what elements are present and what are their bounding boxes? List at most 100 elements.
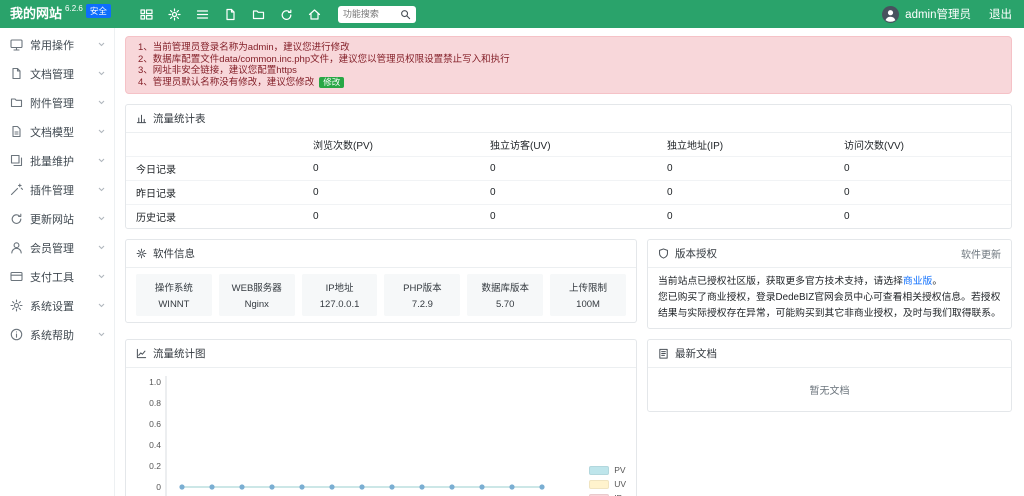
safe-badge[interactable]: 安全 (86, 4, 111, 18)
sidebar-item-label: 批量维护 (30, 153, 98, 169)
sidebar-item-label: 更新网站 (30, 211, 98, 227)
info-label: PHP版本 (386, 280, 458, 294)
bar-chart-icon (136, 113, 147, 124)
logout-link[interactable]: 退出 (989, 6, 1012, 22)
site-name: 我的网站 (10, 0, 62, 28)
line-chart-icon (136, 348, 147, 359)
cell-uv: 0 (480, 181, 657, 205)
traffic-chart: 1.00.80.60.40.20-0.2-0.4-0.6-0.8-1.0 PVU… (126, 368, 636, 496)
sidebar-item-label: 系统设置 (30, 298, 98, 314)
user-menu[interactable]: admin管理员 (882, 6, 971, 23)
alert-line: 3、网址非安全链接，建议您配置https (138, 65, 999, 77)
cell-ip: 0 (657, 157, 834, 181)
user-icon (9, 241, 24, 254)
column-header: 访问次数(VV) (834, 133, 1011, 157)
row-label: 今日记录 (126, 157, 303, 181)
chevron-down-icon (98, 187, 105, 192)
column-header: 独立访客(UV) (480, 133, 657, 157)
sidebar-item-payment[interactable]: 支付工具 (0, 262, 114, 291)
latest-docs-card: 最新文档 暂无文档 (647, 339, 1012, 412)
site-brand[interactable]: 我的网站 6.2.6 安全 (10, 0, 111, 28)
info-value: 5.70 (469, 299, 541, 310)
document-list-icon (658, 348, 669, 359)
chevron-down-icon (98, 129, 105, 134)
traffic-col-spacer (126, 133, 303, 157)
cell-ip: 0 (657, 205, 834, 229)
license-text: 当前站点已授权社区版，获取更多官方技术支持，请选择 (658, 276, 903, 287)
gear-icon (136, 248, 147, 259)
nav-refresh-icon[interactable] (279, 7, 294, 22)
cell-pv: 0 (303, 181, 480, 205)
alert-line: 2、数据库配置文件data/common.inc.php文件，建议您以管理员权限… (138, 54, 999, 66)
nav-home-icon[interactable] (307, 7, 322, 22)
table-row: 昨日记录 0 0 0 0 (126, 181, 1011, 205)
software-update-link[interactable]: 软件更新 (961, 246, 1001, 261)
legend-label: PV (614, 465, 625, 475)
card-title: 版本授权 (675, 246, 717, 261)
software-info-item: IP地址 127.0.0.1 (302, 274, 378, 316)
fix-badge-link[interactable]: 修改 (319, 77, 344, 88)
site-version: 6.2.6 (65, 4, 83, 13)
sidebar-item-label: 文档模型 (30, 124, 98, 140)
info-icon (9, 328, 24, 341)
alert-line: 1、当前管理员登录名称为admin，建议您进行修改 (138, 42, 999, 54)
empty-state: 暂无文档 (648, 368, 1011, 411)
chevron-down-icon (98, 303, 105, 308)
license-community-text: 当前站点已授权社区版，获取更多官方技术支持，请选择商业版。 (658, 274, 1001, 290)
topbar-quick-nav (139, 7, 322, 22)
commercial-edition-link[interactable]: 商业版 (903, 276, 932, 287)
info-label: 上传限制 (552, 280, 624, 294)
sidebar-item-label: 插件管理 (30, 182, 98, 198)
sidebar-item-batch-maintain[interactable]: 批量维护 (0, 146, 114, 175)
license-purchase-text: 您已购买了商业授权，登录DedeBIZ官网会员中心可查看相关授权信息。若授权结果… (658, 290, 1001, 322)
svg-text:0.8: 0.8 (149, 398, 161, 408)
software-info-item: 数据库版本 5.70 (467, 274, 543, 316)
sidebar-item-label: 支付工具 (30, 269, 98, 285)
legend-item-pv[interactable]: PV (589, 465, 626, 475)
gear-icon (9, 299, 24, 312)
sidebar-item-site-update[interactable]: 更新网站 (0, 204, 114, 233)
bottom-row: 流量统计图 1.00.80.60.40.20-0.2-0.4-0.6-0.8-1… (125, 329, 1012, 496)
legend-swatch (589, 480, 609, 489)
cell-pv: 0 (303, 205, 480, 229)
cell-vv: 0 (834, 157, 1011, 181)
nav-files-icon[interactable] (251, 7, 266, 22)
magic-icon (9, 183, 24, 196)
info-value: 7.2.9 (386, 299, 458, 310)
card-title: 流量统计图 (153, 346, 206, 361)
nav-docs-icon[interactable] (223, 7, 238, 22)
sidebar-item-doc-management[interactable]: 文档管理 (0, 59, 114, 88)
file-icon (9, 67, 24, 80)
svg-text:0.6: 0.6 (149, 419, 161, 429)
sidebar-item-member[interactable]: 会员管理 (0, 233, 114, 262)
sidebar-item-attachment[interactable]: 附件管理 (0, 88, 114, 117)
traffic-table-header: 流量统计表 (126, 105, 1011, 133)
credit-card-icon (9, 270, 24, 283)
row-label: 昨日记录 (126, 181, 303, 205)
sidebar-item-system-settings[interactable]: 系统设置 (0, 291, 114, 320)
cell-pv: 0 (303, 157, 480, 181)
latest-docs-header: 最新文档 (648, 340, 1011, 368)
nav-settings-icon[interactable] (167, 7, 182, 22)
svg-text:0.2: 0.2 (149, 461, 161, 471)
column-header: 独立地址(IP) (657, 133, 834, 157)
search-box (338, 6, 416, 23)
search-input[interactable] (343, 9, 400, 19)
legend-item-uv[interactable]: UV (589, 479, 626, 489)
sidebar-item-plugin[interactable]: 插件管理 (0, 175, 114, 204)
table-header-row: 浏览次数(PV) 独立访客(UV) 独立地址(IP) 访问次数(VV) (126, 133, 1011, 157)
sidebar-item-system-help[interactable]: 系统帮助 (0, 320, 114, 349)
legend-swatch (589, 466, 609, 475)
nav-modules-icon[interactable] (139, 7, 154, 22)
refresh-icon (9, 212, 24, 225)
license-body: 当前站点已授权社区版，获取更多官方技术支持，请选择商业版。 您已购买了商业授权，… (648, 268, 1011, 328)
info-label: WEB服务器 (221, 280, 293, 294)
info-value: Nginx (221, 299, 293, 310)
sidebar-item-common-ops[interactable]: 常用操作 (0, 30, 114, 59)
search-icon[interactable] (400, 9, 411, 20)
alert-text: 4、管理员默认名称没有修改，建议您修改 (138, 77, 314, 88)
chevron-down-icon (98, 216, 105, 221)
nav-menu-icon[interactable] (195, 7, 210, 22)
shield-icon (658, 248, 669, 259)
sidebar-item-doc-model[interactable]: 文档模型 (0, 117, 114, 146)
